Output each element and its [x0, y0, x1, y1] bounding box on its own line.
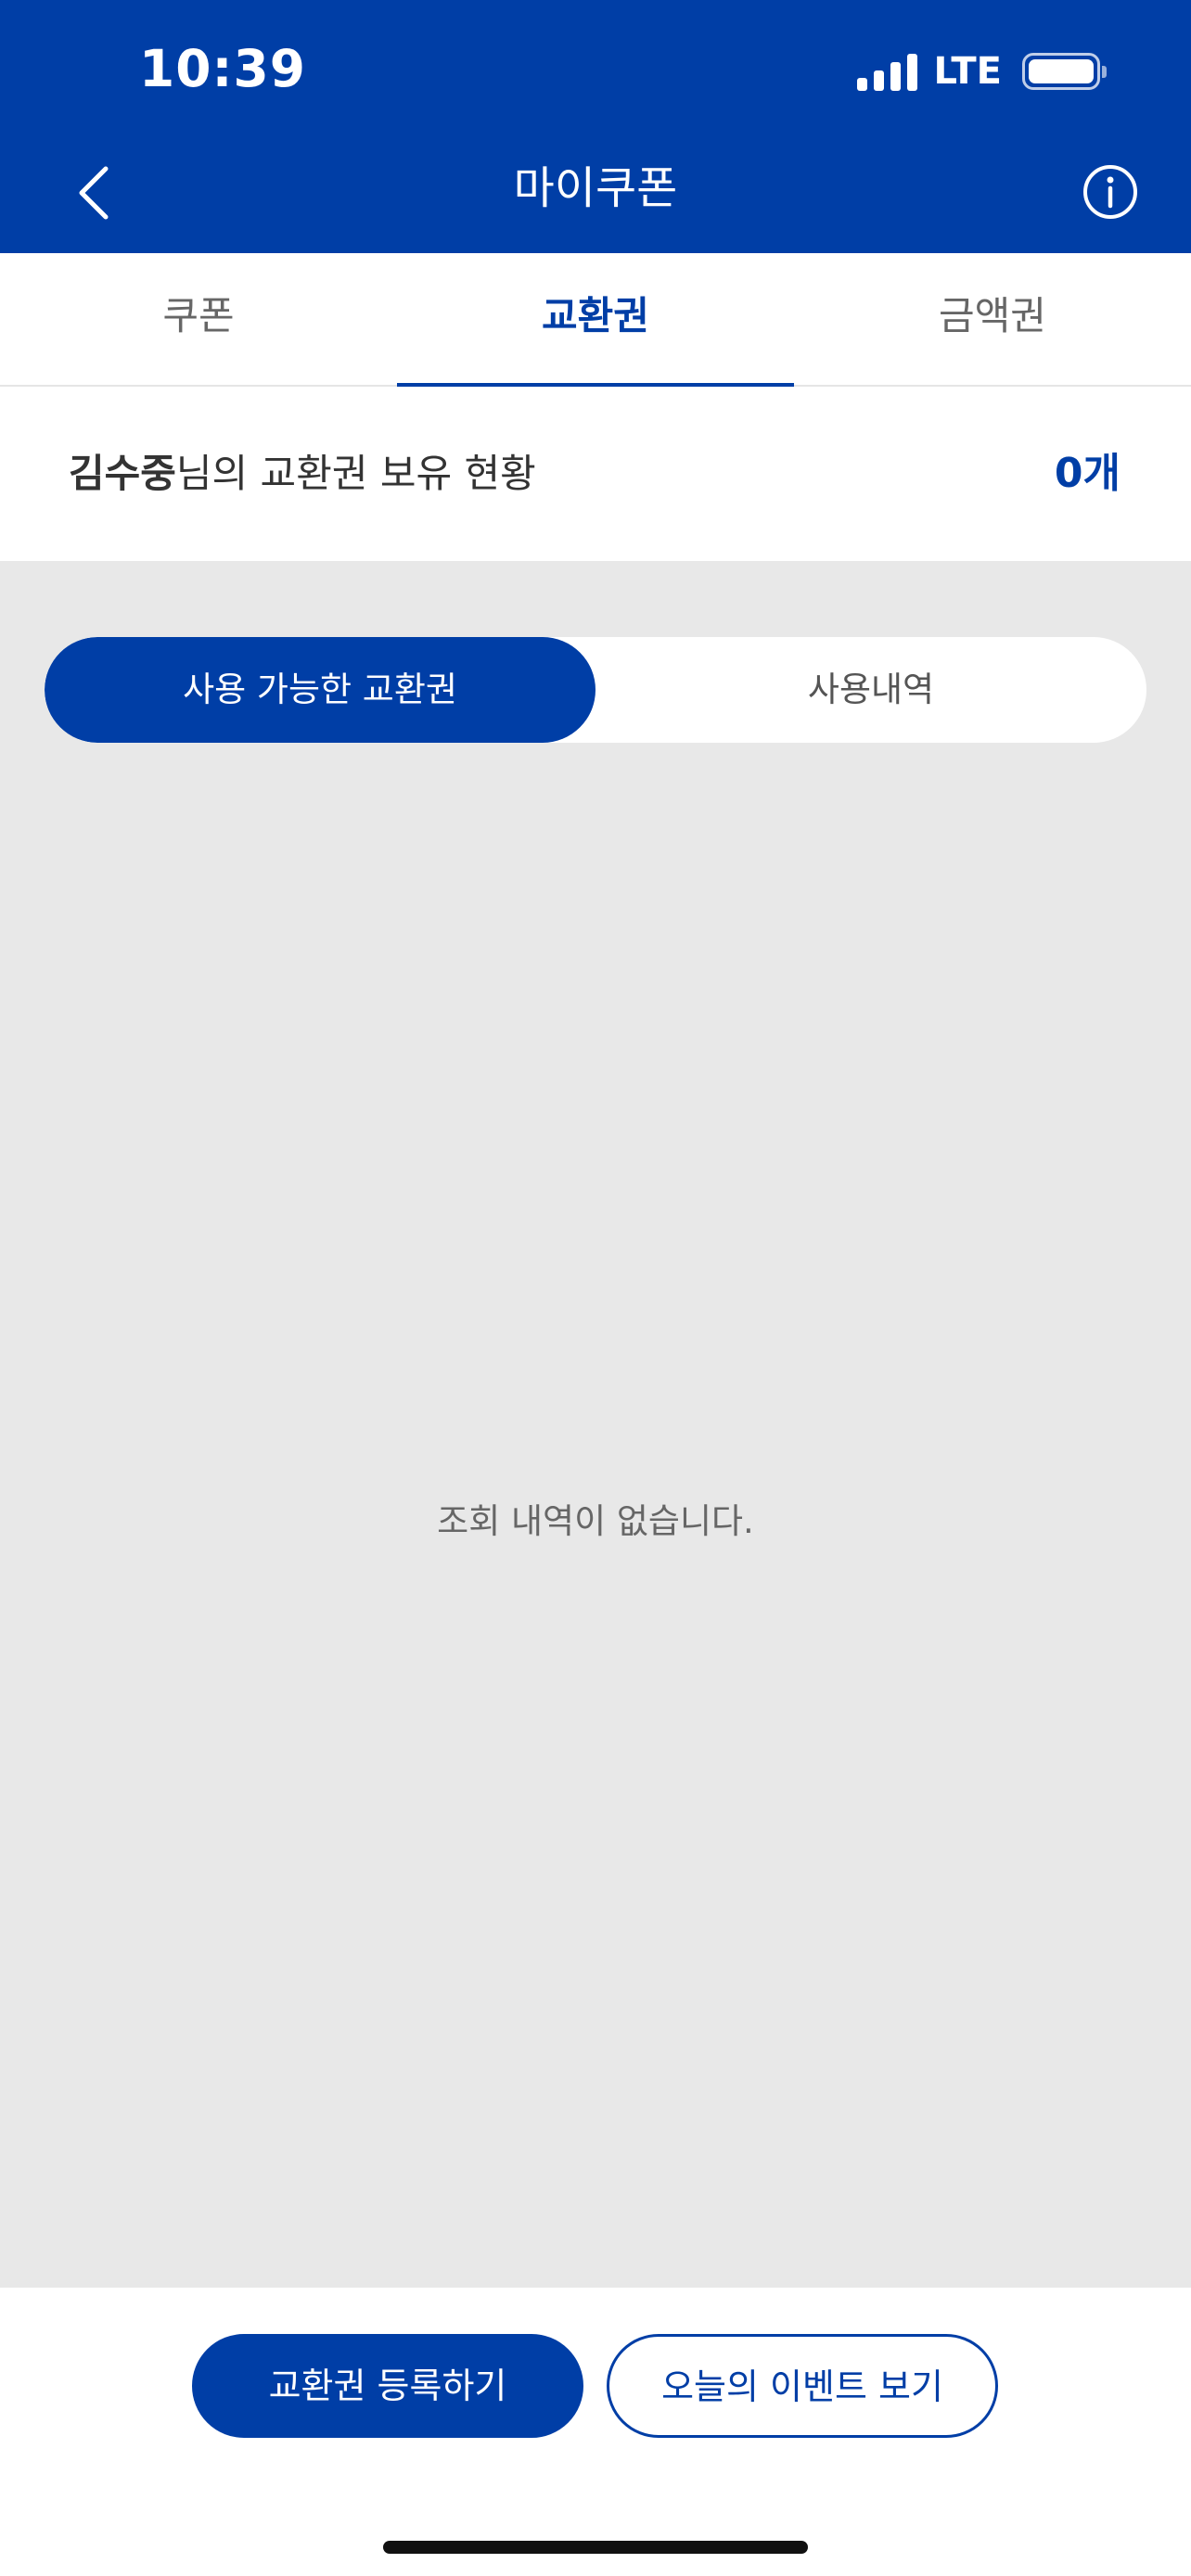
voucher-filter-segment: 사용 가능한 교환권 사용내역	[45, 637, 1146, 743]
segment-available-vouchers[interactable]: 사용 가능한 교환권	[45, 637, 596, 743]
signal-bars-icon	[856, 52, 917, 91]
info-circle-icon	[1083, 165, 1137, 219]
info-button[interactable]	[1082, 163, 1139, 221]
top-bar: 10:39 LTE 마이쿠폰	[0, 0, 1191, 253]
empty-state-message: 조회 내역이 없습니다.	[437, 1501, 754, 1541]
page-title: 마이쿠폰	[513, 162, 678, 214]
voucher-summary: 김수중님의 교환권 보유 현황 0개	[0, 387, 1191, 561]
voucher-count: 0개	[1054, 450, 1121, 497]
status-time: 10:39	[139, 39, 307, 98]
summary-text: 김수중님의 교환권 보유 현황	[69, 387, 536, 561]
tab-coupon[interactable]: 쿠폰	[0, 253, 397, 385]
tab-exchange-voucher[interactable]: 교환권	[397, 253, 794, 387]
summary-label: 님의 교환권 보유 현황	[175, 451, 536, 496]
user-name: 김수중	[69, 451, 176, 496]
today-events-button[interactable]: 오늘의 이벤트 보기	[607, 2334, 998, 2438]
status-indicators: LTE	[856, 48, 1107, 95]
register-voucher-button[interactable]: 교환권 등록하기	[192, 2334, 583, 2438]
voucher-list-area: 사용 가능한 교환권 사용내역 조회 내역이 없습니다.	[0, 561, 1191, 2288]
segment-usage-history[interactable]: 사용내역	[596, 637, 1146, 743]
coupon-tabs: 쿠폰 교환권 금액권	[0, 253, 1191, 387]
network-type: LTE	[933, 50, 1002, 93]
bottom-action-bar: 교환권 등록하기 오늘의 이벤트 보기	[0, 2288, 1191, 2576]
tab-amount-voucher[interactable]: 금액권	[794, 253, 1191, 385]
battery-icon	[1022, 53, 1107, 90]
home-indicator[interactable]	[383, 2541, 808, 2554]
